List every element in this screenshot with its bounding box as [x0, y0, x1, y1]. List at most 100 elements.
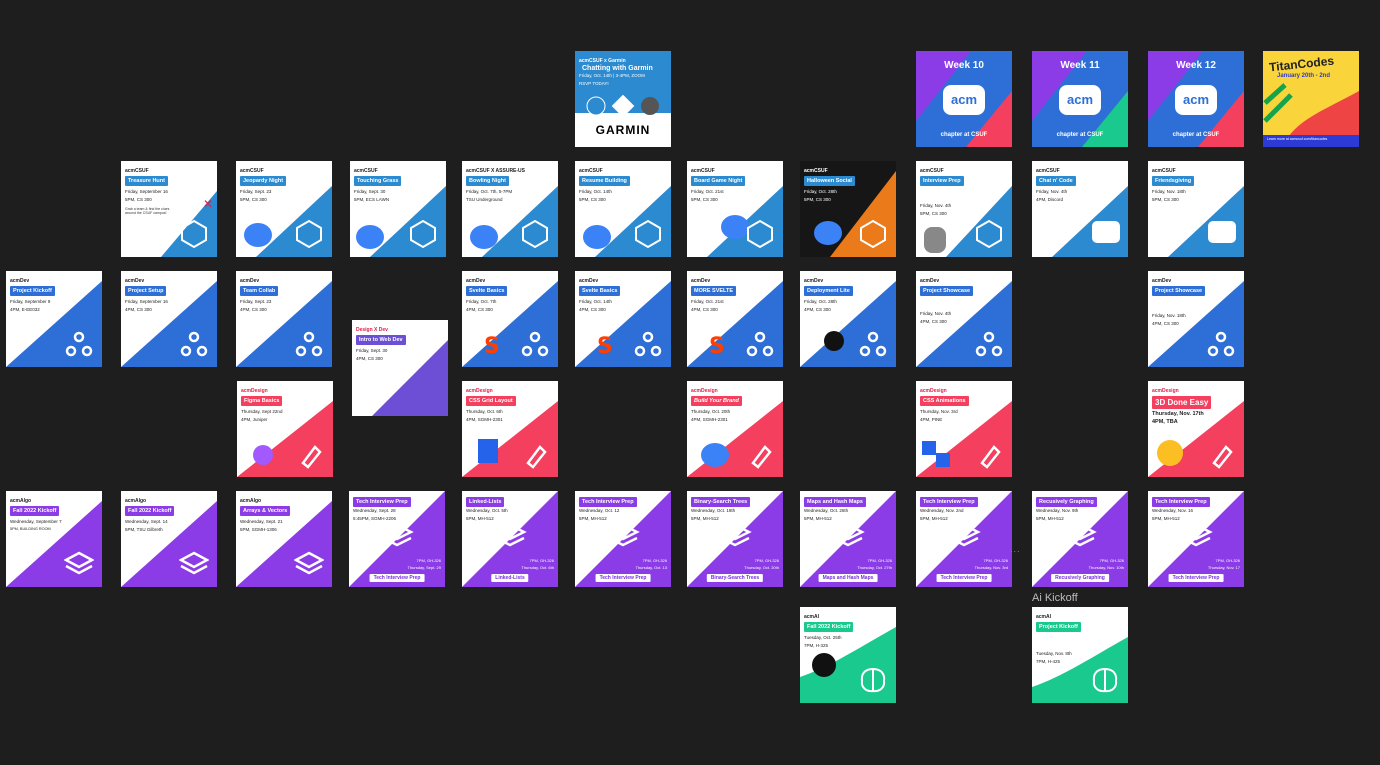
frame-date: Friday, Nov. 18th	[1152, 313, 1186, 318]
frame-algo-fall-kickoff-1[interactable]: acmAlgo Fall 2022 Kickoff Wednesday, Sep…	[6, 491, 102, 587]
week-label: Week 10	[944, 60, 984, 71]
frame-tech-interview-prep-1[interactable]: Tech Interview Prep Wednesday, Sept. 28 …	[349, 491, 445, 587]
frame-css-animations[interactable]: acmDesign CSS Animations Thursday, Nov. …	[916, 381, 1012, 477]
frame-header: acmCSUF	[1152, 168, 1176, 174]
acm-hex-logo-icon	[522, 219, 548, 249]
frame-date: Friday, Oct. 14th	[579, 189, 612, 194]
frame-title: Tech Interview Prep	[579, 497, 637, 507]
frame-date: Wednesday, Oct. 5th	[466, 508, 508, 513]
more-options-icon[interactable]: ...	[1010, 544, 1021, 554]
frame-treasure-hunt[interactable]: ✕ acmCSUF Treasure Hunt Friday, Septembe…	[121, 161, 217, 257]
frame-location: 5PM, CS 300	[240, 197, 267, 202]
frame-tech-interview-prep-2[interactable]: Tech Interview Prep Wednesday, Oct. 12 5…	[575, 491, 671, 587]
frame-title: Treasure Hunt	[125, 176, 168, 186]
frame-second-location: 7PM, GH-326	[529, 558, 554, 563]
frame-project-showcase-1[interactable]: acmDev Project Showcase Friday, Nov. 4th…	[916, 271, 1012, 367]
frame-friendsgiving[interactable]: acmCSUF Friendsgiving Friday, Nov. 18th …	[1148, 161, 1244, 257]
frame-date: Friday, Nov. 4th	[1036, 189, 1068, 194]
frame-project-showcase-2[interactable]: acmDev Project Showcase Friday, Nov. 18t…	[1148, 271, 1244, 367]
frame-chat-n-code[interactable]: acmCSUF Chat n' Code Friday, Nov. 4th 4P…	[1032, 161, 1128, 257]
partner-logos-icon	[586, 95, 659, 117]
frame-css-grid-layout[interactable]: acmDesign CSS Grid Layout Thursday, Oct.…	[462, 381, 558, 477]
frame-board-game-night[interactable]: acmCSUF Board Game Night Friday, Oct. 21…	[687, 161, 783, 257]
frame-titancodes[interactable]: TitanCodes January 20th - 2nd Learn more…	[1263, 51, 1359, 147]
frame-title: Svelte Basics	[579, 286, 621, 296]
layers-logo-icon	[64, 551, 94, 575]
frame-location: 5PM, CS 300	[691, 197, 718, 202]
frame-title: Tech Interview Prep	[1152, 497, 1210, 507]
acm-hex-logo-icon	[181, 219, 207, 249]
frame-date: Wednesday, Sept. 21	[240, 519, 283, 524]
frame-figma-basics[interactable]: acmDesign Figma Basics Thursday, Sept 22…	[237, 381, 333, 477]
frame-interview-prep[interactable]: acmCSUF Interview Prep Friday, Nov. 4th …	[916, 161, 1012, 257]
frame-location: 5PM, BUILDING ROOM	[10, 527, 51, 531]
frame-deployment-lite[interactable]: acmDev Deployment Lite Friday, Oct. 28th…	[800, 271, 896, 367]
frame-location: 4PM, E-EE032	[10, 307, 40, 312]
frame-touching-grass[interactable]: acmCSUF Touching Grass Friday, Sept. 30 …	[350, 161, 446, 257]
frame-date: Friday, Nov. 4th	[920, 203, 952, 208]
frame-tech-interview-prep-4[interactable]: Tech Interview Prep Wednesday, Nov. 16 5…	[1148, 491, 1244, 587]
frame-halloween-social[interactable]: acmCSUF Halloween Social Friday, Oct. 28…	[800, 161, 896, 257]
frame-title: Bowling Night	[466, 176, 509, 186]
acm-hex-logo-icon	[296, 219, 322, 249]
frame-location: 5PM, MH-512	[1036, 516, 1064, 521]
frame-dev-project-setup[interactable]: acmDev Project Setup Friday, September 1…	[121, 271, 217, 367]
frame-svelte-basics-2[interactable]: S acmDev Svelte Basics Friday, Oct. 14th…	[575, 271, 671, 367]
frame-dev-project-kickoff[interactable]: acmDev Project Kickoff Friday, September…	[6, 271, 102, 367]
frame-second-location: 7PM, GH-326	[1215, 558, 1240, 563]
frame-build-your-brand[interactable]: acmDesign Build Your Brand Thursday, Oct…	[687, 381, 783, 477]
frame-date: Wednesday, September 7	[10, 519, 62, 524]
frame-session-pill: Recusively Graphing	[1051, 574, 1109, 582]
titancodes-dates: January 20th - 2nd	[1277, 73, 1331, 79]
frame-dev-team-collab[interactable]: acmDev Team Collab Friday, Sept. 23 4PM,…	[236, 271, 332, 367]
frame-algo-fall-kickoff-2[interactable]: acmAlgo Fall 2022 Kickoff Wednesday, Sep…	[121, 491, 217, 587]
frame-location: 4PM, TBA	[1152, 419, 1178, 425]
frame-maps-and-hash-maps[interactable]: Maps and Hash Maps Wednesday, Oct. 26th …	[800, 491, 896, 587]
frame-jeopardy-night[interactable]: acmCSUF Jeopardy Night Friday, Sept. 23 …	[236, 161, 332, 257]
frame-title: Jeopardy Night	[240, 176, 287, 186]
frame-binary-search-trees[interactable]: Binary-Search Trees Wednesday, Oct. 19th…	[687, 491, 783, 587]
frame-second-date: Thursday, Oct. 27th	[857, 565, 892, 570]
selected-frame-label[interactable]: Ai Kickoff	[1032, 592, 1078, 604]
frame-header: acmDesign	[466, 388, 493, 394]
frame-header: acmDev	[240, 278, 260, 284]
frame-location: 4PM, CS 300	[356, 356, 383, 361]
frame-resume-building[interactable]: acmCSUF Resume Building Friday, Oct. 14t…	[575, 161, 671, 257]
frame-location: 4PM, CS 300	[240, 307, 267, 312]
frame-rsvp: RSVP TODAY!	[579, 81, 609, 86]
frame-bowling-night[interactable]: acmCSUF X ASSURE-US Bowling Night Friday…	[462, 161, 558, 257]
frame-ai-project-kickoff[interactable]: acmAI Project Kickoff Tuesday, Nov. 8th …	[1032, 607, 1128, 703]
frame-tech-interview-prep-3[interactable]: Tech Interview Prep Wednesday, Nov. 2nd …	[916, 491, 1012, 587]
frame-svelte-basics-1[interactable]: S acmDev Svelte Basics Friday, Oct. 7th …	[462, 271, 558, 367]
frame-second-location: 7PM, GH-326	[754, 558, 779, 563]
frame-title: Project Kickoff	[1036, 622, 1081, 632]
frame-date: Friday, Sept. 23	[240, 299, 272, 304]
frame-week-10[interactable]: Week 10 acm chapter at CSUF	[916, 51, 1012, 147]
frame-location: 5PM, TSU Gilbreth	[125, 527, 163, 532]
frame-date: Wednesday, Sept. 28	[353, 508, 396, 513]
garmin-logo: GARMIN	[595, 123, 651, 137]
frame-more-svelte[interactable]: S acmDev MORE SVELTE Friday, Oct. 21st 4…	[687, 271, 783, 367]
frame-linked-lists[interactable]: Linked-Lists Wednesday, Oct. 5th 5PM, MH…	[462, 491, 558, 587]
design-canvas[interactable]: acmCSUF x Garmin Chatting with Garmin Fr…	[0, 0, 1380, 765]
frame-date: Wednesday, Sept. 14	[125, 519, 168, 524]
frame-week-12[interactable]: Week 12 acm chapter at CSUF	[1148, 51, 1244, 147]
frame-3d-done-easy[interactable]: acmDesign 3D Done Easy Thursday, Nov. 17…	[1148, 381, 1244, 477]
frame-week-11[interactable]: Week 11 acm chapter at CSUF	[1032, 51, 1128, 147]
frame-chatting-with-garmin[interactable]: acmCSUF x Garmin Chatting with Garmin Fr…	[575, 51, 671, 147]
frame-date: Friday, Sept. 30	[356, 348, 388, 353]
frame-intro-to-web-dev[interactable]: Design X Dev Intro to Web Dev Friday, Se…	[352, 320, 448, 416]
frame-session-pill: Tech Interview Prep	[369, 574, 425, 582]
frame-arrays-vectors[interactable]: acmAlgo Arrays & Vectors Wednesday, Sept…	[236, 491, 332, 587]
frame-date: Friday, Sept. 23	[240, 189, 272, 194]
frame-header: acmDev	[691, 278, 711, 284]
frame-ai-fall-kickoff[interactable]: acmAI Fall 2022 Kickoff Tuesday, Oct. 25…	[800, 607, 896, 703]
frame-location: 5PM, ECS LAWN	[354, 197, 390, 202]
layers-logo-icon	[294, 551, 324, 575]
frame-location: 4PM, CS 300	[579, 307, 606, 312]
frame-recusively-graphing[interactable]: Recusively Graphing Wednesday, Nov. 9th …	[1032, 491, 1128, 587]
frame-title: MORE SVELTE	[691, 286, 737, 296]
frame-header: acmDev	[10, 278, 30, 284]
frame-date: Thursday, Nov. 3rd	[920, 409, 958, 414]
brain-logo-icon	[860, 667, 886, 693]
